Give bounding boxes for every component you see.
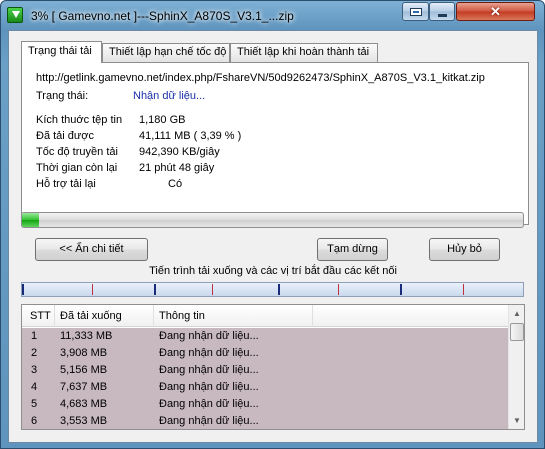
restore-button[interactable] (402, 2, 429, 21)
stat-label: Tốc độ truyền tải (36, 146, 118, 158)
cell-downloaded: 3,553 MB (60, 415, 108, 427)
list-row[interactable]: 6 3,553 MB Đang nhận dữ liệu... (22, 413, 508, 429)
download-status-panel: http://getlink.gamevno.net/index.php/Fsh… (21, 62, 529, 225)
cell-downloaded: 5,156 MB (60, 364, 108, 376)
connections-list: STT Đã tải xuống Thông tin 1 11,333 MB Đ… (21, 304, 525, 430)
title-bar[interactable]: 3% [ Gamevno.net ]---SphinX_A870S_V3.1_.… (1, 1, 544, 31)
segment-boundary-marker (337, 284, 339, 295)
close-icon: ✕ (490, 4, 501, 19)
scroll-down-arrow-icon[interactable]: ▼ (509, 412, 524, 429)
hide-details-button[interactable]: << Ẩn chi tiết (35, 238, 148, 261)
list-row[interactable]: 2 3,908 MB Đang nhận dữ liệu... (22, 345, 508, 362)
status-value: Nhận dữ liệu... (133, 90, 206, 102)
window-client-area: Trạng thái tải Thiết lập hạn chế tốc độ … (8, 30, 538, 443)
stat-value: Có (168, 178, 183, 190)
status-row: Trạng thái: Nhận dữ liệu... (36, 90, 205, 102)
download-window: 3% [ Gamevno.net ]---SphinX_A870S_V3.1_.… (0, 0, 545, 449)
segment-boundary-marker (462, 284, 464, 295)
segment-boundary-marker (212, 284, 214, 295)
scroll-up-arrow-icon[interactable]: ▲ (509, 305, 524, 322)
column-divider[interactable] (153, 305, 154, 327)
cell-downloaded: 3,908 MB (60, 347, 108, 359)
pause-button[interactable]: Tạm dừng (317, 238, 388, 261)
tab-on-complete-settings[interactable]: Thiết lập khi hoàn thành tải (230, 43, 378, 62)
column-divider[interactable] (54, 305, 55, 327)
list-row[interactable]: 1 11,333 MB Đang nhận dữ liệu... (22, 328, 508, 345)
cell-info: Đang nhận dữ liệu... (159, 398, 259, 410)
cell-info: Đang nhận dữ liệu... (159, 364, 259, 376)
download-app-icon (7, 7, 23, 23)
tab-download-status[interactable]: Trạng thái tải (21, 41, 102, 63)
stat-value: 942,390 KB/giây (139, 146, 220, 158)
list-scrollbar[interactable]: ▲ ▼ (508, 305, 524, 429)
column-header-stt[interactable]: STT (30, 310, 51, 322)
stat-value: 21 phút 48 giây (139, 162, 215, 174)
stat-label: Kích thuớc tệp tin (36, 114, 123, 126)
scrollbar-thumb[interactable] (510, 323, 524, 341)
cell-stt: 5 (31, 398, 38, 410)
stat-value: 1,180 GB (139, 114, 186, 126)
cell-info: Đang nhận dữ liệu... (159, 381, 259, 393)
list-row[interactable]: 5 4,683 MB Đang nhận dữ liệu... (22, 396, 508, 413)
cell-downloaded: 4,683 MB (60, 398, 108, 410)
connection-start-marker (400, 284, 403, 295)
segments-caption: Tiến trình tải xuống và các vị trí bắt đ… (149, 265, 397, 277)
restore-icon (409, 7, 422, 16)
cell-stt: 3 (31, 364, 38, 376)
cell-info: Đang nhận dữ liệu... (159, 330, 259, 342)
stat-label: Thời gian còn lại (36, 162, 118, 174)
list-row[interactable]: 3 5,156 MB Đang nhận dữ liệu... (22, 362, 508, 379)
cell-downloaded: 7,637 MB (60, 381, 108, 393)
stat-label: Đã tải được (36, 130, 94, 142)
close-button[interactable]: ✕ (456, 2, 535, 21)
cell-info: Đang nhận dữ liệu... (159, 415, 259, 427)
minimize-button[interactable] (429, 2, 455, 21)
cell-stt: 2 (31, 347, 38, 359)
download-progress-bar (21, 212, 524, 228)
segment-boundary-marker (92, 284, 94, 295)
list-row[interactable]: 4 7,637 MB Đang nhận dữ liệu... (22, 379, 508, 396)
list-header: STT Đã tải xuống Thông tin (22, 305, 508, 327)
column-divider[interactable] (312, 305, 313, 327)
stat-value: 41,111 MB ( 3,39 % ) (139, 130, 242, 142)
list-rows: 1 11,333 MB Đang nhận dữ liệu... 2 3,908… (22, 328, 508, 429)
connection-start-marker (154, 284, 157, 295)
window-title: 3% [ Gamevno.net ]---SphinX_A870S_V3.1_.… (31, 9, 294, 23)
minimize-icon (437, 13, 447, 17)
progress-fill (22, 213, 39, 227)
cell-stt: 4 (31, 381, 38, 393)
column-header-info[interactable]: Thông tin (159, 310, 205, 322)
connection-start-marker (277, 284, 280, 295)
cell-info: Đang nhận dữ liệu... (159, 347, 259, 359)
connection-segments-bar (21, 282, 524, 297)
cell-downloaded: 11,333 MB (60, 330, 113, 342)
cell-stt: 6 (31, 415, 38, 427)
stat-label: Hỗ trợ tải lại (36, 178, 96, 190)
download-url: http://getlink.gamevno.net/index.php/Fsh… (36, 72, 485, 84)
cell-stt: 1 (31, 330, 38, 342)
column-header-downloaded[interactable]: Đã tải xuống (60, 310, 122, 322)
tab-speed-limit-settings[interactable]: Thiết lập hạn chế tốc độ (102, 43, 230, 62)
connection-start-marker (22, 284, 24, 295)
status-label: Trạng thái: (36, 90, 89, 102)
cancel-button[interactable]: Hủy bỏ (429, 238, 500, 261)
